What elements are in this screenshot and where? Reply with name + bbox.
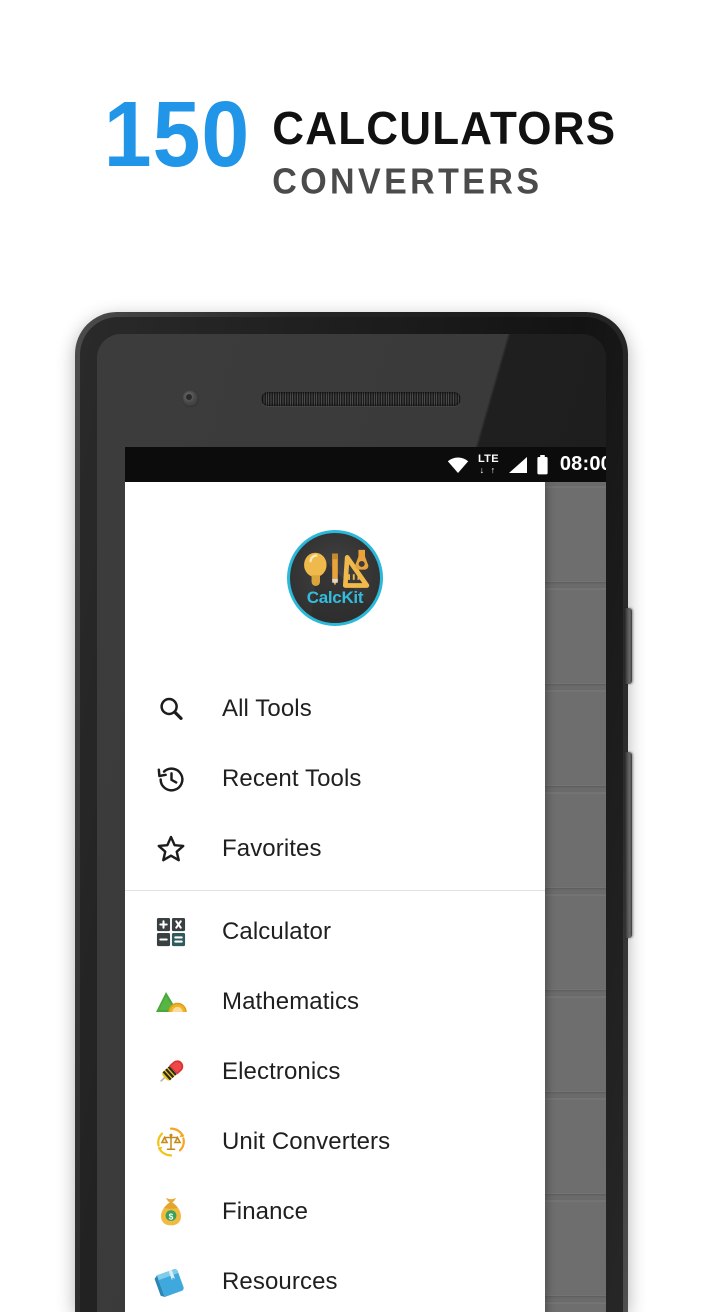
drawer-item-electronics[interactable]: Electronics bbox=[125, 1037, 545, 1107]
promo-text-lines: CALCULATORS CONVERTERS bbox=[272, 96, 617, 202]
drawer-group-primary: All Tools Recent Tools Favorites bbox=[125, 674, 545, 884]
money-bag-icon: $ bbox=[150, 1191, 192, 1233]
status-bar: LTE ↓ ↑ 08:00 bbox=[125, 447, 606, 482]
drawer-item-label: Favorites bbox=[222, 835, 322, 862]
drawer-group-categories: Calculator Mathematics Electronics Unit … bbox=[125, 897, 545, 1312]
drawer-item-favorites[interactable]: Favorites bbox=[125, 814, 545, 884]
promo-line-converters: CONVERTERS bbox=[272, 161, 543, 202]
promo-header: 150 CALCULATORS CONVERTERS bbox=[0, 0, 720, 300]
triangle-ruler-protractor-icon bbox=[150, 981, 192, 1023]
signal-icon bbox=[507, 456, 528, 474]
network-type-label: LTE bbox=[477, 453, 499, 465]
drawer-item-all-tools[interactable]: All Tools bbox=[125, 674, 545, 744]
drawer-item-label: All Tools bbox=[222, 695, 312, 722]
drawer-item-label: Electronics bbox=[222, 1058, 341, 1085]
drawer-item-label: Calculator bbox=[222, 918, 332, 945]
calculator-keypad-icon bbox=[150, 911, 192, 953]
front-camera-icon bbox=[182, 390, 199, 407]
phone-screen: CalcKit All Tools Recent Tools Favorites… bbox=[125, 447, 606, 1312]
earpiece-speaker-icon bbox=[261, 392, 461, 406]
power-button[interactable] bbox=[625, 608, 632, 684]
drawer-item-label: Mathematics bbox=[222, 988, 360, 1015]
drawer-divider bbox=[125, 890, 545, 891]
navigation-drawer: CalcKit All Tools Recent Tools Favorites… bbox=[125, 482, 545, 1312]
wifi-icon bbox=[447, 456, 469, 474]
star-outline-icon bbox=[150, 828, 192, 870]
drawer-item-label: Finance bbox=[222, 1198, 309, 1225]
network-type-indicator: LTE ↓ ↑ bbox=[478, 454, 499, 475]
app-logo-artwork bbox=[304, 549, 380, 623]
volume-rocker[interactable] bbox=[625, 752, 632, 938]
promo-header-inner: 150 CALCULATORS CONVERTERS bbox=[103, 83, 617, 202]
status-bar-clock: 08:00 bbox=[559, 453, 606, 475]
drawer-item-label: Resources bbox=[222, 1268, 338, 1295]
search-icon bbox=[150, 688, 192, 730]
drawer-item-mathematics[interactable]: Mathematics bbox=[125, 967, 545, 1037]
drawer-item-unit-converters[interactable]: Unit Converters bbox=[125, 1107, 545, 1177]
network-traffic-arrows: ↓ ↑ bbox=[479, 465, 498, 475]
svg-text:$: $ bbox=[169, 1211, 174, 1221]
promo-count: 150 bbox=[103, 83, 251, 187]
app-logo-wordmark: CalcKit bbox=[306, 588, 364, 607]
app-logo-icon: CalcKit bbox=[287, 530, 383, 626]
battery-icon bbox=[536, 454, 549, 475]
drawer-item-calculator[interactable]: Calculator bbox=[125, 897, 545, 967]
drawer-header: CalcKit bbox=[125, 482, 545, 674]
history-icon bbox=[150, 758, 192, 800]
balance-scale-convert-icon bbox=[150, 1121, 192, 1163]
phone-glass-front: CalcKit All Tools Recent Tools Favorites… bbox=[97, 334, 606, 1312]
promo-line-calculators: CALCULATORS bbox=[272, 102, 617, 155]
drawer-item-finance[interactable]: $ Finance bbox=[125, 1177, 545, 1247]
book-icon bbox=[150, 1261, 192, 1303]
phone-mockup: CalcKit All Tools Recent Tools Favorites… bbox=[75, 312, 632, 1312]
drawer-item-recent-tools[interactable]: Recent Tools bbox=[125, 744, 545, 814]
drawer-item-label: Recent Tools bbox=[222, 765, 362, 792]
led-resistor-icon bbox=[150, 1051, 192, 1093]
drawer-item-label: Unit Converters bbox=[222, 1128, 391, 1155]
